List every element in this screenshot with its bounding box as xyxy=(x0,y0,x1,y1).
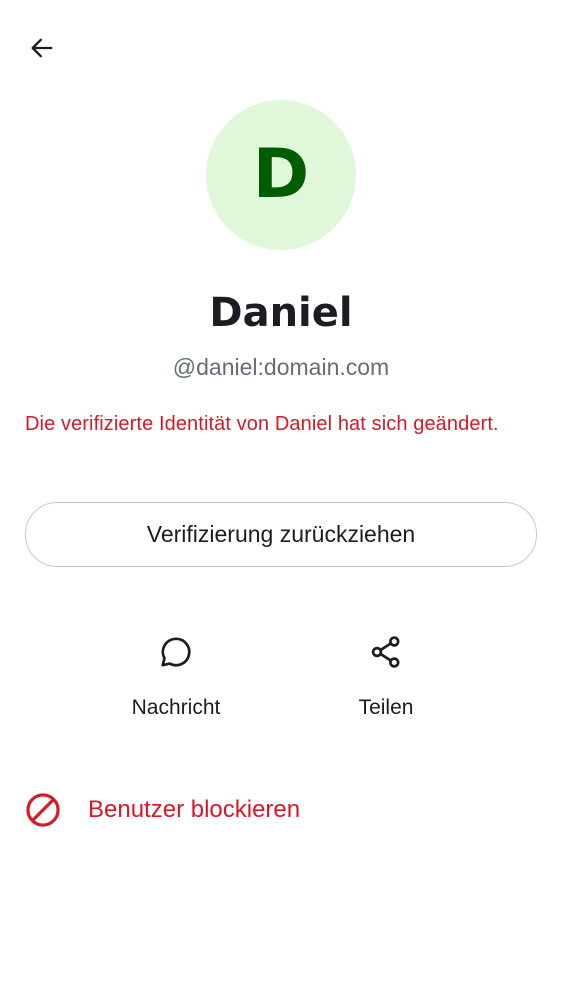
share-action-label: Teilen xyxy=(358,696,414,719)
block-user-label: Benutzer blockieren xyxy=(88,796,301,823)
avatar: D xyxy=(206,100,356,250)
withdraw-verification-label: Verifizierung zurückziehen xyxy=(146,521,416,547)
withdraw-verification-button[interactable]: Verifizierung zurückziehen xyxy=(25,502,537,567)
block-icon xyxy=(20,787,66,833)
avatar-initial: D xyxy=(252,135,310,214)
arrow-left-icon xyxy=(28,34,56,67)
message-action[interactable]: Nachricht xyxy=(96,630,256,720)
user-id: @daniel:domain.com xyxy=(172,354,390,380)
block-user-button[interactable]: Benutzer blockieren xyxy=(20,784,540,836)
chat-bubble-icon xyxy=(154,630,198,674)
identity-changed-warning: Die verifizierte Identität von Daniel ha… xyxy=(25,413,499,435)
share-action[interactable]: Teilen xyxy=(306,630,466,720)
back-button[interactable] xyxy=(20,28,64,72)
share-icon xyxy=(364,630,408,674)
message-action-label: Nachricht xyxy=(131,696,221,719)
display-name: Daniel xyxy=(209,290,353,336)
